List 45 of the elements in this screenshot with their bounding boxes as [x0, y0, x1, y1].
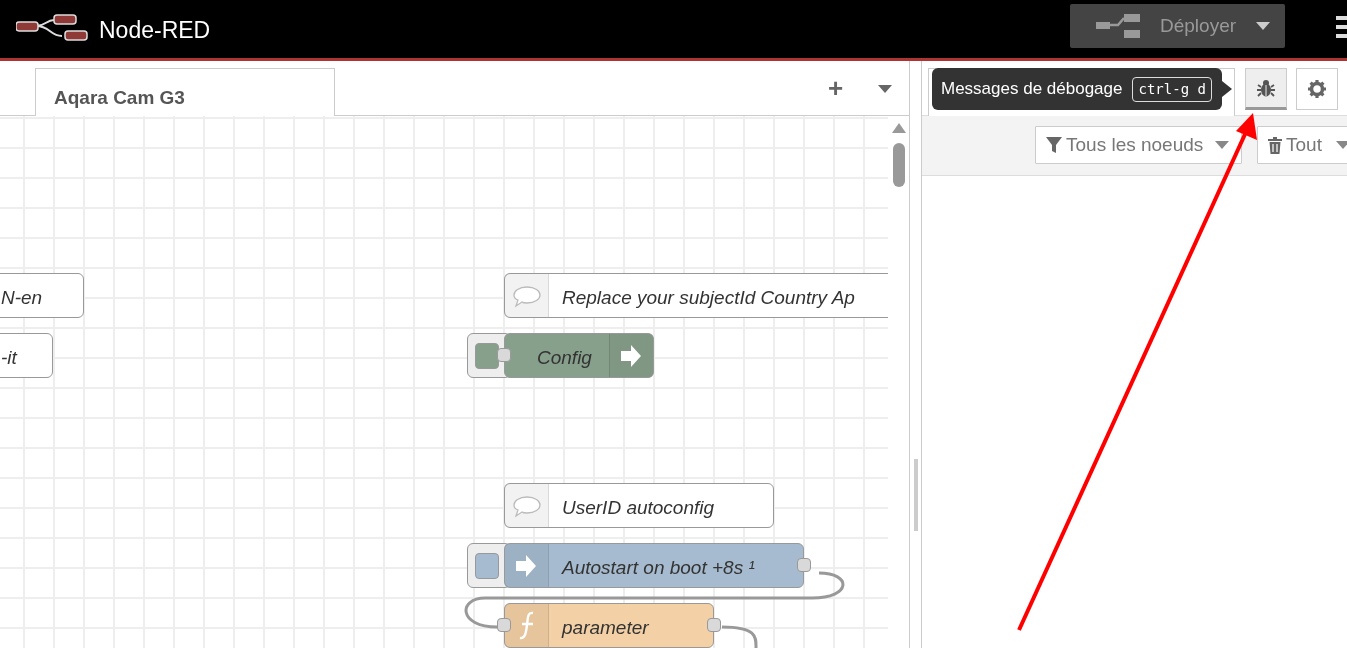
- node-label: Replace your subjectId Country Ap: [562, 286, 855, 310]
- node-label: UserID autoconfig: [562, 496, 715, 520]
- arrow-icon: [620, 343, 643, 368]
- app-title: Node-RED: [99, 16, 211, 45]
- port-handle[interactable]: [497, 618, 511, 632]
- flow-node[interactable]: Autostart on boot +8s ¹: [504, 543, 804, 588]
- clear-button[interactable]: Tout: [1257, 126, 1347, 164]
- add-tab-button[interactable]: +: [826, 77, 846, 99]
- deploy-icon: [1096, 13, 1140, 39]
- splitter-handle[interactable]: [914, 459, 918, 531]
- flow-node[interactable]: UserID autoconfig: [504, 483, 774, 528]
- trash-icon: [1268, 136, 1282, 154]
- tooltip-text: Messages de débogage: [941, 78, 1123, 101]
- node-label: -it: [1, 346, 17, 370]
- node-label: Config: [537, 346, 592, 370]
- shortcut-key: ctrl-g d: [1132, 76, 1212, 102]
- caret-icon: [1215, 141, 1230, 149]
- caret-icon: [1335, 141, 1347, 149]
- sidebar-tab[interactable]: [1245, 68, 1287, 110]
- sidebar-tab[interactable]: [1296, 68, 1338, 110]
- port-handle[interactable]: [497, 348, 511, 362]
- flow-node[interactable]: parameter: [504, 603, 714, 648]
- bug-icon: [1257, 79, 1275, 97]
- flow-node[interactable]: Replace your subjectId Country Ap: [504, 273, 888, 318]
- flow-node[interactable]: -it: [0, 333, 53, 378]
- filter-button[interactable]: Tous les noeuds: [1035, 126, 1242, 164]
- filter-icon: [1046, 137, 1062, 153]
- menu-icon[interactable]: [1336, 16, 1347, 38]
- flow-node[interactable]: N-en: [0, 273, 84, 318]
- caret-icon[interactable]: [878, 85, 892, 93]
- caret-icon: [1256, 22, 1271, 30]
- port-handle[interactable]: [797, 558, 811, 572]
- node-label: Autostart on boot +8s ¹: [562, 556, 755, 580]
- arrow-icon: [515, 553, 538, 578]
- speech-bubble-icon: [512, 493, 541, 518]
- scrollbar-thumb[interactable]: [893, 143, 905, 187]
- workspace-tab[interactable]: Aqara Cam G3: [35, 68, 335, 116]
- flow-node[interactable]: Config: [504, 333, 654, 378]
- speech-bubble-icon: [512, 283, 541, 308]
- settings-icon: [1308, 80, 1326, 98]
- scroll-up-icon[interactable]: [892, 123, 906, 133]
- port-handle[interactable]: [707, 618, 721, 632]
- logo-icon: [16, 14, 88, 44]
- node-label: N-en: [1, 286, 43, 310]
- node-label: parameter: [562, 616, 649, 640]
